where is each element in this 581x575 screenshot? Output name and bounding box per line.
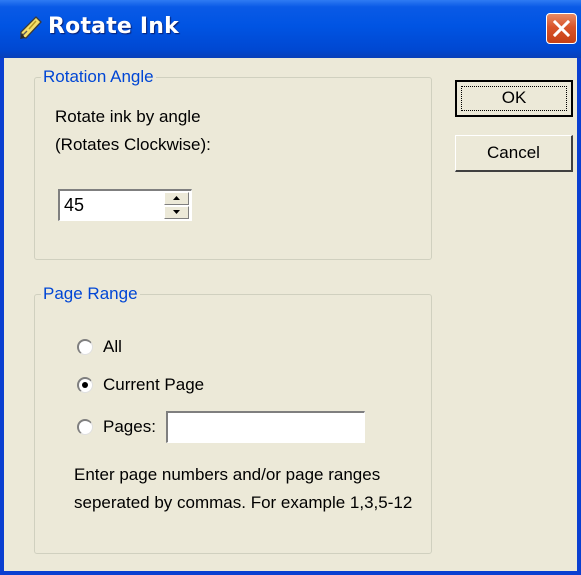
spinner-up-button[interactable]: [164, 192, 189, 205]
arrow-down-icon: [173, 210, 180, 214]
spinner-buttons: [164, 192, 189, 219]
page-range-hint-line1: Enter page numbers and/or page ranges: [74, 465, 381, 484]
page-range-group-title: Page Range: [41, 283, 140, 305]
rotate-description-line1: Rotate ink by angle: [55, 107, 201, 126]
rotate-description-line2: (Rotates Clockwise):: [55, 135, 211, 154]
rotate-ink-dialog: Rotate Ink Rotation Angle Rotate ink by …: [0, 0, 581, 575]
title-bar[interactable]: Rotate Ink: [0, 0, 581, 58]
rotation-angle-group: Rotation Angle: [34, 66, 432, 260]
rotation-angle-input[interactable]: [64, 194, 160, 216]
rotation-angle-spinner[interactable]: [58, 189, 192, 221]
ok-button[interactable]: OK: [455, 80, 573, 117]
close-icon: [553, 20, 570, 37]
spinner-down-button[interactable]: [164, 206, 189, 219]
pages-input[interactable]: [166, 411, 365, 443]
arrow-up-icon: [173, 196, 180, 200]
cancel-button-label: Cancel: [487, 143, 540, 162]
radio-pages-label[interactable]: Pages:: [103, 416, 156, 438]
window-title: Rotate Ink: [48, 14, 179, 39]
focus-rectangle: [461, 86, 567, 111]
ink-pen-icon: [17, 15, 43, 41]
rotation-angle-group-title: Rotation Angle: [41, 66, 156, 88]
radio-current-page[interactable]: [77, 377, 93, 393]
radio-current-page-label[interactable]: Current Page: [103, 374, 204, 396]
radio-pages[interactable]: [77, 419, 93, 435]
radio-all[interactable]: [77, 339, 93, 355]
page-range-hint-line2: seperated by commas. For example 1,3,5-1…: [74, 493, 413, 512]
radio-all-label[interactable]: All: [103, 336, 122, 358]
close-button[interactable]: [546, 13, 577, 44]
cancel-button[interactable]: Cancel: [455, 135, 573, 172]
